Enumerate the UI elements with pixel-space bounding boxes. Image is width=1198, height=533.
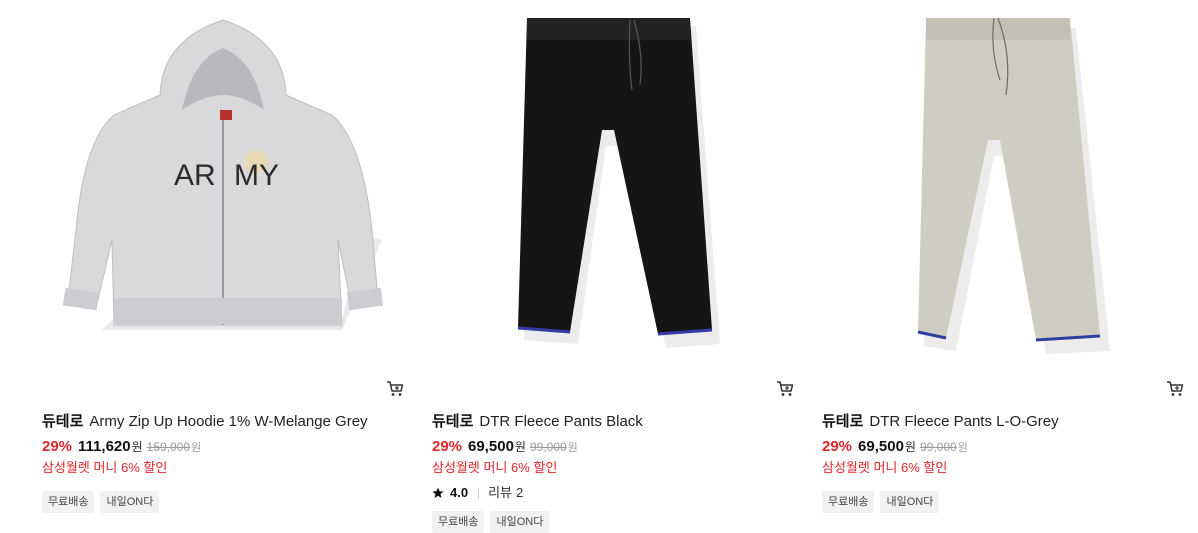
cart-icon[interactable] <box>776 380 794 398</box>
sale-price: 111,620 <box>78 438 131 455</box>
pants-shape <box>918 18 1100 340</box>
review-label[interactable]: 리뷰 <box>488 483 512 503</box>
tag-list: 무료배송 내일ON다 <box>432 511 794 533</box>
currency-label: 원 <box>904 440 916 454</box>
tag-free-shipping: 무료배송 <box>432 511 485 533</box>
pants-shape <box>518 18 712 334</box>
original-price: 99,000 <box>529 440 567 454</box>
tag-free-shipping: 무료배송 <box>42 491 95 513</box>
product-card[interactable]: 듀테로 DTR Fleece Pants L-O-Grey 29% 69,500원 9… <box>822 0 1184 513</box>
rating-score: 4.0 <box>450 485 469 500</box>
brand-name[interactable]: 듀테로 <box>822 413 863 430</box>
tag-next-day: 내일ON다 <box>490 511 550 533</box>
cart-icon[interactable] <box>386 380 404 398</box>
discount-rate: 29% <box>42 438 73 455</box>
promo-text: 삼성월렛 머니 6% 할인 <box>432 460 558 475</box>
discount-rate: 29% <box>822 438 853 455</box>
product-image[interactable] <box>432 0 794 370</box>
product-card[interactable]: 듀테로 DTR Fleece Pants Black 29% 69,500원 99,0… <box>432 0 794 533</box>
pants-image <box>917 17 1110 354</box>
product-title[interactable]: 듀테로 DTR Fleece Pants L-O-Grey <box>822 410 1184 434</box>
promo-text: 삼성월렛 머니 6% 할인 <box>822 460 948 475</box>
product-title[interactable]: 듀테로 DTR Fleece Pants Black <box>432 410 794 434</box>
sale-price: 69,500 <box>468 438 514 455</box>
tag-next-day: 내일ON다 <box>100 491 160 513</box>
original-currency: 원 <box>191 442 202 454</box>
original-currency: 원 <box>567 442 578 454</box>
hoodie-image: AR MY <box>62 19 384 330</box>
tag-list: 무료배송 내일ON다 <box>822 491 1184 513</box>
price-line: 29% 69,500원 99,000원 <box>822 435 1184 459</box>
promo-text: 삼성월렛 머니 6% 할인 <box>42 460 168 475</box>
original-price: 99,000 <box>919 440 957 454</box>
brand-name[interactable]: 듀테로 <box>42 413 83 430</box>
original-currency: 원 <box>957 442 968 454</box>
original-price: 159,000 <box>146 440 191 454</box>
divider <box>478 487 480 499</box>
product-name[interactable]: DTR Fleece Pants L-O-Grey <box>869 413 1058 430</box>
cart-icon[interactable] <box>1166 380 1184 398</box>
product-title[interactable]: 듀테로 Army Zip Up Hoodie 1% W-Melange Grey <box>42 410 404 434</box>
discount-rate: 29% <box>432 438 463 455</box>
price-line: 29% 111,620원 159,000원 <box>42 435 404 459</box>
tag-list: 무료배송 내일ON다 <box>42 491 404 513</box>
tag-next-day: 내일ON다 <box>880 491 940 513</box>
review-count[interactable]: 2 <box>516 483 523 503</box>
star-icon <box>432 487 444 498</box>
product-name[interactable]: Army Zip Up Hoodie 1% W-Melange Grey <box>89 413 367 430</box>
hoodie-print-left: AR <box>174 159 216 192</box>
rating-row: 4.0 리뷰 2 <box>432 483 794 503</box>
currency-label: 원 <box>131 440 143 454</box>
sale-price: 69,500 <box>858 438 904 455</box>
product-image[interactable] <box>822 0 1184 370</box>
product-name[interactable]: DTR Fleece Pants Black <box>479 413 642 430</box>
hoodie-print-right: MY <box>234 159 279 192</box>
brand-name[interactable]: 듀테로 <box>432 413 473 430</box>
currency-label: 원 <box>514 440 526 454</box>
product-card[interactable]: AR MY 듀테로 Army Zip Up Hoodie 1% W-Melange… <box>42 0 404 513</box>
tag-free-shipping: 무료배송 <box>822 491 875 513</box>
product-image[interactable]: AR MY <box>42 0 404 370</box>
pants-image <box>517 18 720 348</box>
price-line: 29% 69,500원 99,000원 <box>432 435 794 459</box>
